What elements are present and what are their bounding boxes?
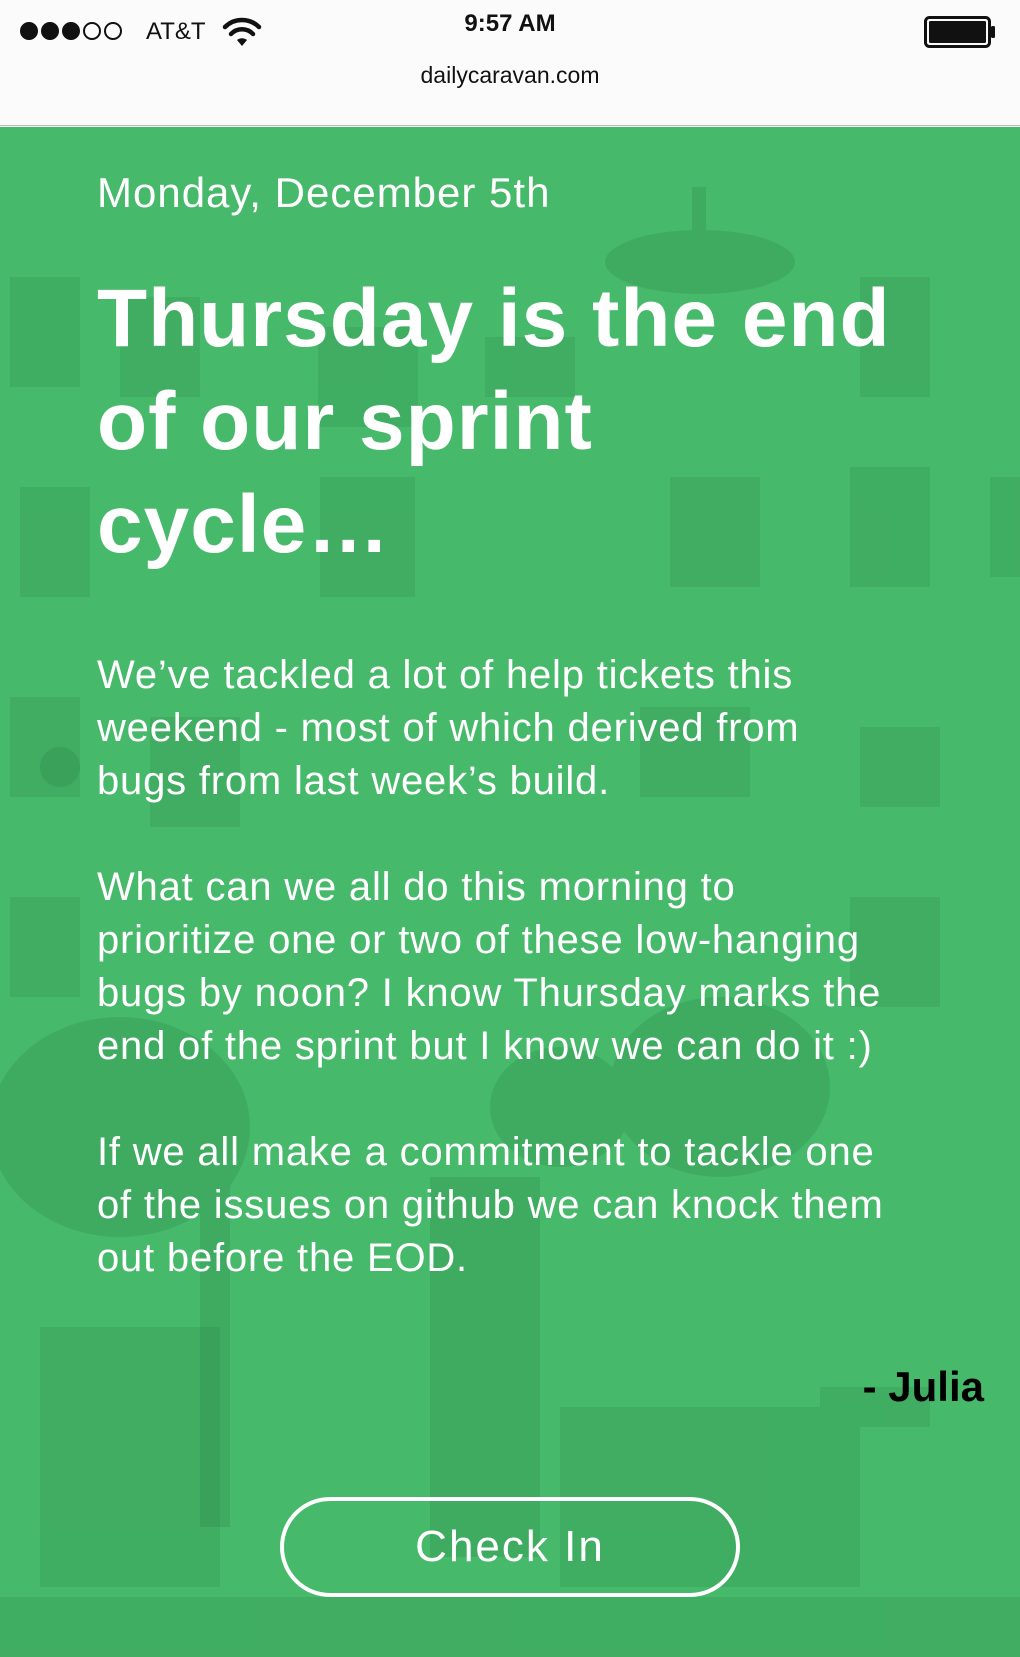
clock: 9:57 AM [464,10,556,37]
address-bar-url[interactable]: dailycaravan.com [0,62,1020,89]
status-bar: AT&T 9:57 AM dailycaravan.com [0,0,1020,126]
battery-full-icon [924,16,995,48]
body-paragraph: We’ve tackled a lot of help tickets this… [97,653,800,803]
article-body: We’ve tackled a lot of help tickets this… [97,649,897,1338]
check-in-button[interactable]: Check In [280,1497,740,1597]
body-paragraph: If we all make a commitment to tackle on… [97,1130,884,1280]
body-paragraph: What can we all do this morning to prior… [97,865,882,1068]
article-date: Monday, December 5th [97,169,551,216]
article-headline: Thursday is the end of our sprint cycle… [97,273,891,570]
author-signature: - Julia [862,1363,984,1410]
hero-section: Monday, December 5th Thursday is the end… [0,127,1020,1657]
